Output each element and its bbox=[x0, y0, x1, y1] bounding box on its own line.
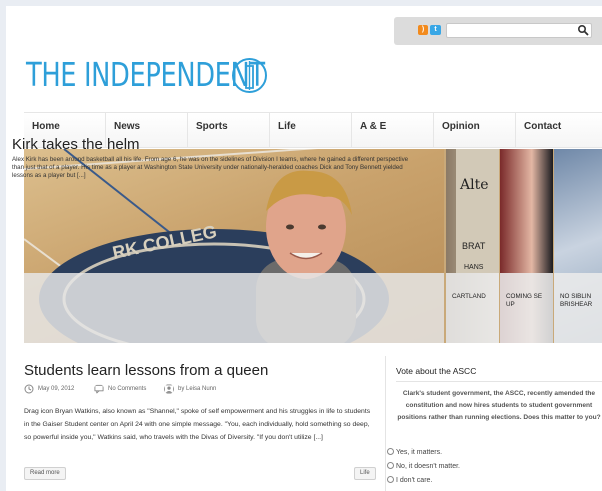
radio-button[interactable] bbox=[387, 448, 394, 455]
poll-option-label: I don't care. bbox=[396, 477, 433, 484]
author-icon bbox=[164, 384, 174, 394]
nav-opinion[interactable]: Opinion bbox=[434, 113, 516, 147]
radio-button[interactable] bbox=[387, 476, 394, 483]
slide-caption-panel bbox=[24, 273, 444, 343]
article-comments-link[interactable]: No Comments bbox=[108, 386, 146, 392]
article-author[interactable]: by Leisa Nunn bbox=[178, 386, 216, 392]
category-tag[interactable]: Life bbox=[354, 467, 376, 480]
slide-excerpt: Alex Kirk has been around basketball all… bbox=[12, 156, 409, 179]
side-slide-2[interactable]: COMING SE UP bbox=[500, 149, 553, 343]
logo-mark-icon[interactable] bbox=[231, 57, 268, 94]
comment-icon bbox=[94, 384, 104, 394]
radio-button[interactable] bbox=[387, 462, 394, 469]
side-photo-1: Alte BRAT HANS bbox=[456, 149, 499, 273]
search-icon[interactable] bbox=[577, 24, 589, 36]
slide-title[interactable]: Kirk takes the helm bbox=[12, 136, 140, 153]
poll-option-2[interactable]: No, it doesn't matter. bbox=[387, 462, 460, 470]
nav-contact[interactable]: Contact bbox=[516, 113, 602, 147]
poll-option-3[interactable]: I don't care. bbox=[387, 476, 432, 484]
poll-option-1[interactable]: Yes, it matters. bbox=[387, 448, 442, 456]
side-caption-1: CARTLAND bbox=[446, 273, 499, 343]
svg-text:BRAT: BRAT bbox=[462, 241, 486, 251]
side-slide-1[interactable]: Alte BRAT HANS CARTLAND bbox=[446, 149, 499, 343]
article-excerpt: Drag icon Bryan Watkins, also known as "… bbox=[24, 408, 371, 441]
poll-option-label: No, it doesn't matter. bbox=[396, 463, 460, 470]
read-more-button[interactable]: Read more bbox=[24, 467, 66, 480]
search-input[interactable] bbox=[446, 23, 592, 38]
svg-text:Alte: Alte bbox=[459, 177, 489, 193]
side-caption-3: NO SIBLIN BRISHEAR bbox=[554, 273, 602, 343]
poll-question: Clark's student government, the ASCC, re… bbox=[397, 390, 601, 421]
poll-divider bbox=[396, 381, 602, 382]
poll-option-label: Yes, it matters. bbox=[396, 449, 443, 456]
svg-text:HANS: HANS bbox=[464, 264, 484, 271]
sidebar-divider bbox=[385, 356, 386, 491]
twitter-icon[interactable]: t bbox=[430, 25, 441, 35]
nav-sports[interactable]: Sports bbox=[188, 113, 270, 147]
rss-icon[interactable]: ) bbox=[418, 25, 428, 35]
nav-ae[interactable]: A & E bbox=[352, 113, 434, 147]
poll-heading: Vote about the ASCC bbox=[396, 366, 477, 376]
clock-icon bbox=[24, 384, 34, 394]
site-logo-text[interactable]: THE INDEPENDENT bbox=[26, 55, 265, 94]
side-slide-3[interactable]: NO SIBLIN BRISHEAR bbox=[554, 149, 602, 343]
side-caption-2: COMING SE UP bbox=[500, 273, 553, 343]
nav-life[interactable]: Life bbox=[270, 113, 352, 147]
article-title[interactable]: Students learn lessons from a queen bbox=[24, 362, 268, 379]
article-date: May 09, 2012 bbox=[38, 386, 75, 392]
